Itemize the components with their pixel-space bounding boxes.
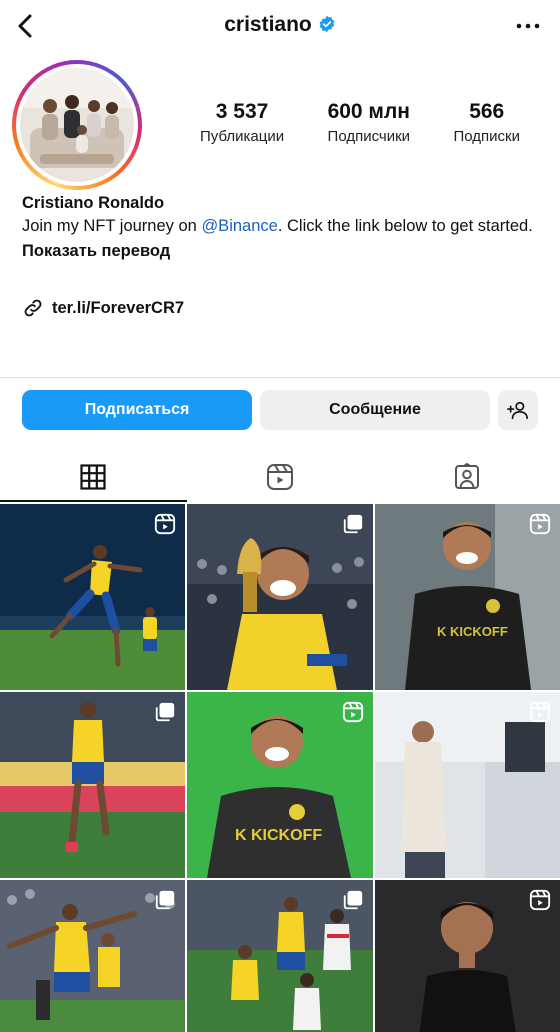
- profile-full-name: Cristiano Ronaldo: [22, 194, 165, 212]
- post-tile[interactable]: [375, 880, 560, 1032]
- svg-text:K KICKOFF: K KICKOFF: [437, 624, 508, 639]
- stat-following-value: 566: [469, 100, 505, 123]
- suggested-accounts-button[interactable]: [498, 390, 538, 430]
- profile-tabs: [0, 452, 560, 502]
- bio-mention-link[interactable]: @Binance: [201, 217, 277, 235]
- stat-followers[interactable]: 600 млн Подписчики: [328, 100, 411, 145]
- link-icon: [24, 299, 42, 317]
- posts-grid: K KICKOFF K KICKOFF: [0, 504, 560, 1032]
- stat-following[interactable]: 566 Подписки: [453, 100, 520, 145]
- reel-icon: [529, 513, 551, 540]
- bio-text: Join my NFT journey on @Binance. Click t…: [22, 215, 542, 238]
- multi-photo-icon: [342, 513, 364, 540]
- post-tile[interactable]: [187, 880, 373, 1032]
- grid-icon: [80, 464, 106, 490]
- svg-text:K KICKOFF: K KICKOFF: [235, 827, 322, 844]
- spacer: [0, 335, 560, 377]
- stat-posts-label: Публикации: [200, 128, 285, 145]
- tab-posts-grid[interactable]: [0, 452, 187, 502]
- story-ring[interactable]: [12, 60, 142, 190]
- profile-username-row: cristiano: [0, 13, 560, 39]
- post-tile[interactable]: [0, 692, 185, 878]
- bio-text-after: . Click the link below to get started.: [277, 217, 533, 235]
- divider: [0, 377, 560, 378]
- profile-link-text: ter.li/ForeverCR7: [52, 298, 185, 317]
- profile-external-link[interactable]: ter.li/ForeverCR7: [22, 297, 184, 319]
- stat-following-label: Подписки: [453, 128, 520, 145]
- tagged-person-icon: [454, 463, 479, 489]
- stat-followers-label: Подписчики: [327, 128, 411, 145]
- show-translation-link[interactable]: Показать перевод: [22, 240, 542, 263]
- post-tile[interactable]: K KICKOFF: [375, 504, 560, 690]
- multi-photo-icon: [342, 889, 364, 916]
- tab-reels[interactable]: [187, 452, 374, 502]
- profile-stats: 3 537 Публикации 600 млн Подписчики 566 …: [200, 100, 520, 145]
- profile-bio: Cristiano Ronaldo Join my NFT journey on…: [22, 192, 542, 263]
- multi-photo-icon: [154, 889, 176, 916]
- post-tile[interactable]: [0, 504, 185, 690]
- bio-text-before: Join my NFT journey on: [22, 217, 202, 235]
- reel-icon: [342, 701, 364, 728]
- tab-tagged[interactable]: [373, 452, 560, 502]
- post-tile[interactable]: [0, 880, 185, 1032]
- profile-avatar[interactable]: [20, 68, 134, 182]
- post-tile[interactable]: K KICKOFF: [187, 692, 373, 878]
- reel-icon: [154, 513, 176, 540]
- reels-icon: [267, 464, 293, 490]
- profile-header: cristiano: [0, 0, 560, 52]
- stat-posts-value: 3 537: [215, 100, 269, 123]
- add-person-icon: [507, 401, 528, 420]
- profile-username: cristiano: [224, 13, 312, 36]
- reel-icon: [529, 889, 551, 916]
- stat-followers-value: 600 млн: [327, 100, 410, 123]
- stat-posts[interactable]: 3 537 Публикации: [200, 100, 284, 145]
- multi-photo-icon: [154, 701, 176, 728]
- follow-button[interactable]: Подписаться: [22, 390, 252, 430]
- more-options-icon[interactable]: [514, 16, 542, 36]
- verified-badge-icon: [318, 15, 336, 39]
- post-tile[interactable]: [375, 692, 560, 878]
- post-tile[interactable]: [187, 504, 373, 690]
- reel-icon: [529, 701, 551, 728]
- message-button[interactable]: Сообщение: [260, 390, 490, 430]
